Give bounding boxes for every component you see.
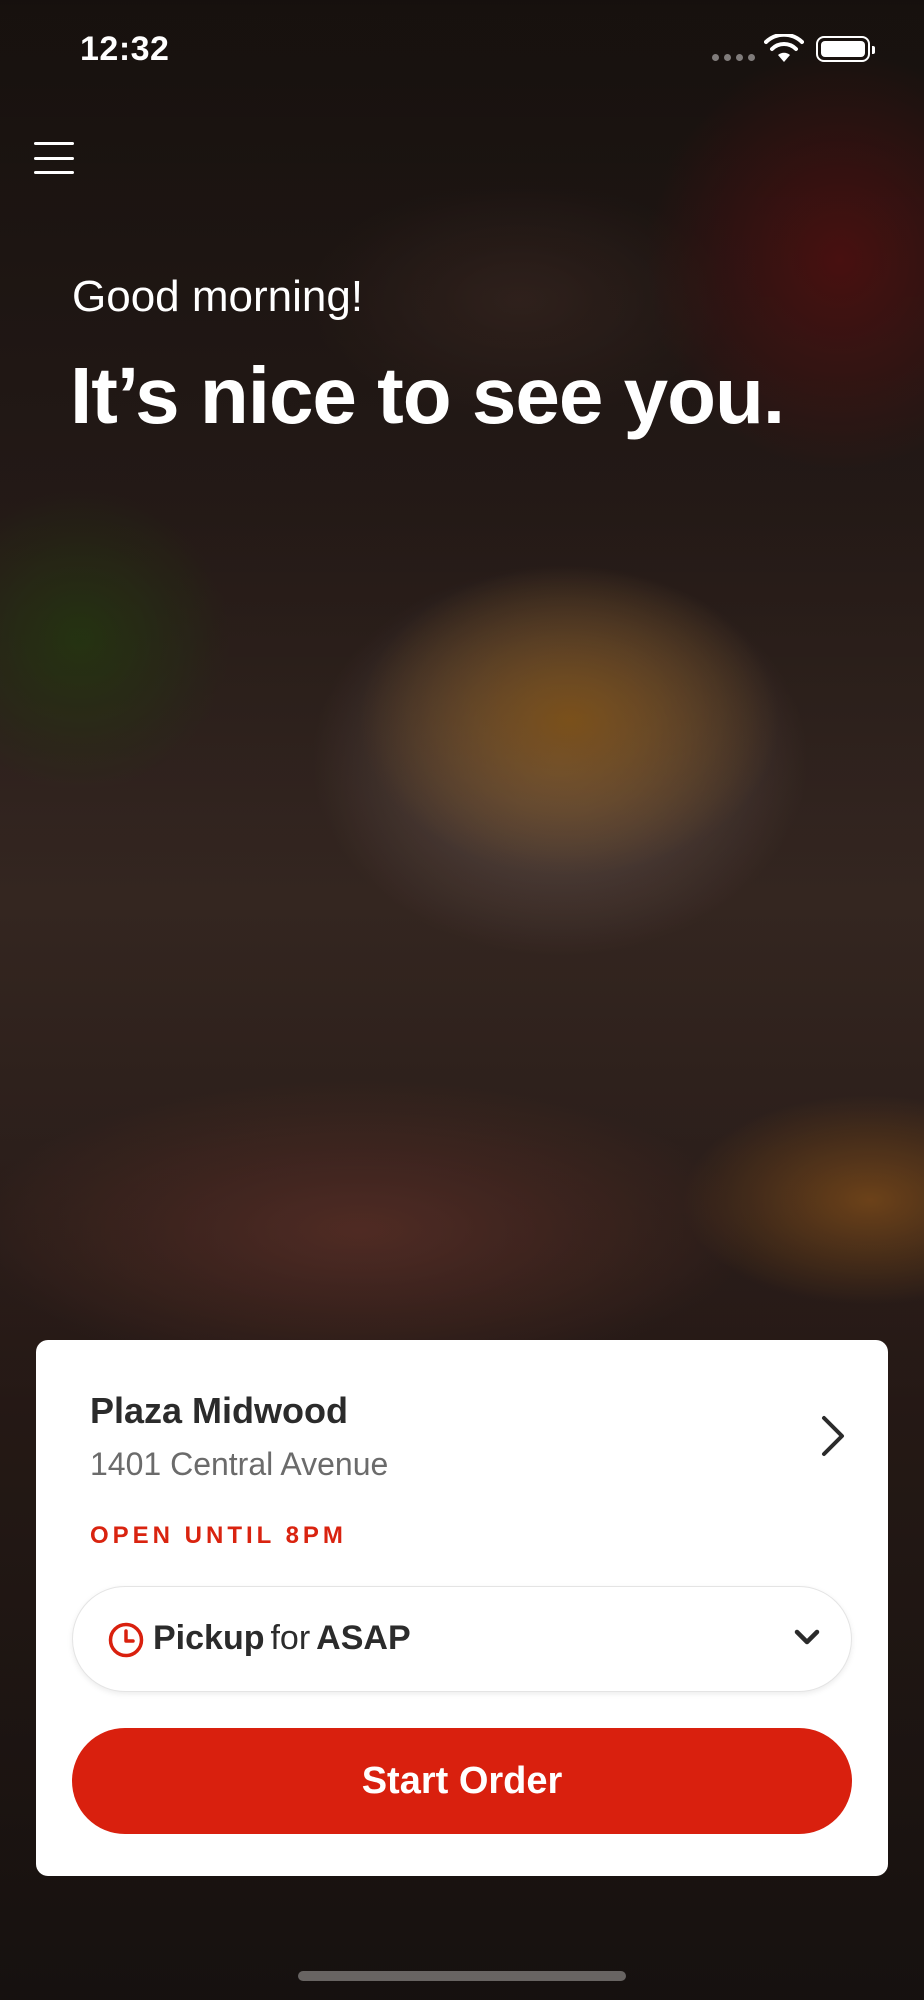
chevron-right-icon [822, 1416, 844, 1456]
home-screen: 12:32 Good morning! It’s nice to see you… [0, 0, 924, 2000]
order-mode-connector: for [270, 1619, 311, 1657]
hamburger-menu-icon[interactable] [34, 140, 74, 176]
order-time-label: ASAP [316, 1619, 411, 1657]
location-name: Plaza Midwood [90, 1390, 349, 1431]
order-mode-label: Pickup [153, 1619, 265, 1657]
location-address: 1401 Central Avenue [90, 1446, 389, 1482]
pickup-label: Pickup for ASAP [153, 1619, 411, 1658]
location-selector[interactable]: Plaza Midwood 1401 Central Avenue [90, 1390, 850, 1490]
home-indicator[interactable] [298, 1971, 626, 1981]
cellular-signal-icon [712, 54, 755, 61]
wifi-icon [764, 34, 804, 62]
open-status-badge: OPEN UNTIL 8PM [90, 1522, 347, 1549]
greeting-text: Good morning! [72, 272, 364, 321]
headline-text: It’s nice to see you. [70, 351, 785, 440]
start-order-button[interactable]: Start Order [72, 1728, 852, 1834]
pickup-time-select[interactable]: Pickup for ASAP [72, 1586, 852, 1692]
clock-icon [108, 1622, 144, 1658]
status-time: 12:32 [80, 30, 170, 68]
chevron-down-icon [794, 1629, 820, 1645]
order-card: Plaza Midwood 1401 Central Avenue OPEN U… [36, 1340, 888, 1876]
status-bar: 12:32 [0, 0, 924, 100]
battery-icon [816, 36, 875, 62]
